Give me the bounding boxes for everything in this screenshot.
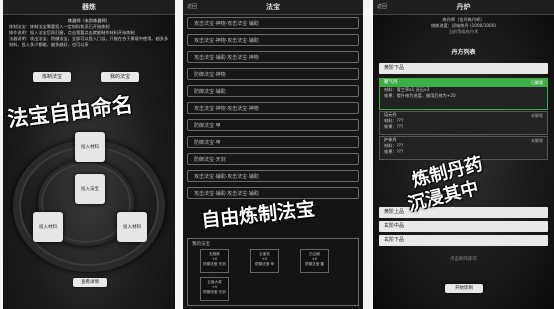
recipe-tier-header[interactable]: 黄阶下品 (379, 63, 548, 74)
material-slot-top[interactable]: 投入材料 (75, 132, 105, 162)
recipe-effect: 效果：提升修为进度，服用后修为+20 (384, 93, 456, 98)
alchemy-topbar: 返回 丹炉 (373, 0, 554, 15)
recipe-list-title: 丹方列表 (451, 49, 476, 56)
view-details-button[interactable]: 查看详情 (73, 278, 107, 287)
my-artifacts-title: 我的法宝 (192, 242, 210, 247)
recipe-tier-header[interactable]: 玄阶下品 (379, 235, 548, 246)
artifact-title: 法宝 (266, 3, 280, 11)
artifact-cell[interactable]: 无相珠 +0 防御法宝·天剑 (200, 249, 229, 273)
artifact-row[interactable]: 攻击法宝·辅助·攻击法宝·辅助 (187, 187, 359, 199)
crafting-info: 炼器师（玄阶练器师） 炼制法宝：炼制法宝需要投入一定材料和灵石开始炼制 操作说明… (9, 18, 169, 48)
alchemy-panel: 返回 丹炉 炼丹师（金丹练丹师） 修炼进度：初始练丹 (1000/1000) 当… (373, 0, 554, 309)
artifact-row[interactable]: 攻击法宝·辅助·攻击法宝·辅助 (187, 170, 359, 182)
artifact-row[interactable]: 防御法宝·神物 (187, 68, 359, 80)
craft-artifact-button[interactable]: 炼制法宝 (33, 72, 71, 82)
recipe-effect: 效果：??? (384, 124, 404, 129)
unlock-badge: 已解锁 (531, 80, 543, 85)
start-alchemy-button[interactable]: 开始炼制 (445, 284, 483, 293)
my-artifact-button[interactable]: 我的法宝 (101, 72, 139, 82)
alchemist-level: 当前等级练丹术 (448, 29, 479, 34)
material-slot-right[interactable]: 投入材料 (117, 212, 147, 242)
cell-type: 防御法宝·天剑 (203, 262, 226, 266)
caption-free-naming: 法宝自由命名 (6, 91, 135, 132)
artifact-row[interactable]: 攻击法宝·辅助·攻击法宝·神物 (187, 51, 359, 63)
artifact-row[interactable]: 攻击法宝·神物·攻击法宝·辅助 (187, 17, 359, 29)
lock-badge: 未解锁 (531, 138, 543, 143)
artifact-topbar: 返回 法宝 (183, 0, 363, 15)
cell-type: 防御法宝·鳌 (304, 262, 325, 266)
material-slot-left[interactable]: 投入材料 (33, 212, 63, 242)
artifact-row[interactable]: 防御法宝·甲 (187, 136, 359, 148)
recipe-tier-header[interactable]: 黄阶上品 (379, 207, 548, 218)
recipe-name: 聚气丹 (380, 79, 547, 87)
info-line-3: 法器说明：攻击法宝、防御法宝，全部可以投入门派。只能在合于黄境中使用。越多多材料… (9, 36, 169, 47)
status-text: 点击制作即可 (450, 257, 477, 262)
recipe-item[interactable]: 培元丹 未解锁 材料：??? 效果：??? (379, 111, 548, 135)
recipe-tier-header[interactable]: 玄阶中品 (379, 221, 548, 232)
artifact-cell[interactable]: 云雀大将 +0 防御法宝·天剑 (200, 277, 229, 301)
recipe-item-selected[interactable]: 聚气丹 已解锁 材料：青兰草x1 灵石x3 效果：提升修为进度，服用后修为+20 (379, 78, 548, 110)
artifact-cell[interactable]: 云雀衣 +0 防御法宝·甲 (250, 249, 279, 273)
crafting-title: 器炼 (82, 3, 96, 11)
artifact-row[interactable]: 防御法宝·天剑 (187, 153, 359, 165)
my-artifacts-section: 我的法宝 无相珠 +0 防御法宝·天剑 云雀衣 +0 防御法宝·甲 白云扇 +0… (187, 238, 359, 306)
artifact-row[interactable]: 防御法宝·辅助 (187, 85, 359, 97)
cell-type: 防御法宝·甲 (254, 262, 275, 266)
crafting-panel: 器炼 炼器师（玄阶练器师） 炼制法宝：炼制法宝需要投入一定材料和灵石开始炼制 操… (3, 0, 175, 309)
lock-badge: 未解锁 (531, 113, 543, 118)
alchemy-title: 丹炉 (456, 3, 471, 11)
artifact-row[interactable]: 防御法宝·甲 (187, 119, 359, 131)
artifact-row[interactable]: 攻击法宝·神物·攻击法宝·神物 (187, 102, 359, 114)
artifact-row[interactable]: 攻击法宝·神物·攻击法宝·辅助 (187, 34, 359, 46)
cell-type: 防御法宝·天剑 (203, 290, 226, 294)
artifact-cell[interactable]: 白云扇 +0 防御法宝·鳌 (300, 249, 329, 273)
crafting-topbar: 器炼 (3, 0, 175, 15)
artifact-panel: 返回 法宝 攻击法宝·神物·攻击法宝·辅助 攻击法宝·神物·攻击法宝·辅助 攻击… (183, 0, 363, 309)
alchemist-info: 炼丹师（金丹练丹师） 修炼进度：初始练丹 (1000/1000) 当前等级练丹术 (373, 17, 554, 35)
artifact-slot-center[interactable]: 投入法宝 (75, 174, 105, 204)
